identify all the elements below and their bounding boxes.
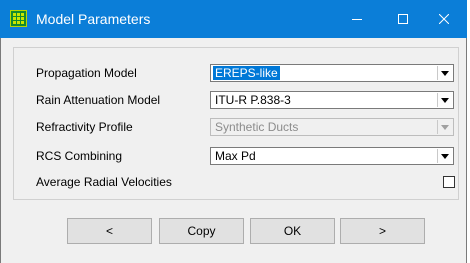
refractivity-profile-label: Refractivity Profile <box>36 120 133 134</box>
refractivity-profile-select[interactable]: Synthetic Ducts <box>210 118 454 136</box>
refractivity-profile-value: Synthetic Ducts <box>215 120 299 134</box>
next-button[interactable]: > <box>340 218 425 244</box>
rcs-combining-value: Max Pd <box>215 149 256 163</box>
chevron-down-icon[interactable] <box>437 149 452 163</box>
propagation-model-label: Propagation Model <box>36 66 137 80</box>
propagation-model-value: EREPS-like <box>213 66 280 80</box>
maximize-button[interactable] <box>380 0 426 38</box>
rain-attenuation-model-label: Rain Attenuation Model <box>36 93 161 107</box>
chevron-down-icon[interactable] <box>437 93 452 107</box>
ok-button[interactable]: OK <box>250 218 335 244</box>
grid-app-icon <box>10 10 27 27</box>
maximize-icon <box>398 14 408 24</box>
rain-attenuation-model-value: ITU-R P.838-3 <box>215 93 291 107</box>
close-button[interactable] <box>421 0 467 38</box>
minimize-button[interactable] <box>334 0 380 38</box>
title-bar[interactable]: Model Parameters <box>0 0 467 38</box>
model-parameters-window: Model Parameters Propagation Model EREPS… <box>0 0 470 263</box>
rain-attenuation-model-select[interactable]: ITU-R P.838-3 <box>210 91 454 109</box>
close-icon <box>439 14 449 24</box>
window-border-left <box>0 38 1 263</box>
propagation-model-select[interactable]: EREPS-like <box>210 64 454 82</box>
previous-button[interactable]: < <box>67 218 152 244</box>
copy-button[interactable]: Copy <box>159 218 244 244</box>
rcs-combining-label: RCS Combining <box>36 149 123 163</box>
average-radial-velocities-checkbox[interactable] <box>443 176 455 188</box>
chevron-down-icon[interactable] <box>437 66 452 80</box>
minimize-icon <box>352 19 362 20</box>
average-radial-velocities-label: Average Radial Velocities <box>36 175 172 189</box>
rcs-combining-select[interactable]: Max Pd <box>210 147 454 165</box>
window-title: Model Parameters <box>36 11 151 27</box>
chevron-down-icon <box>437 120 452 134</box>
